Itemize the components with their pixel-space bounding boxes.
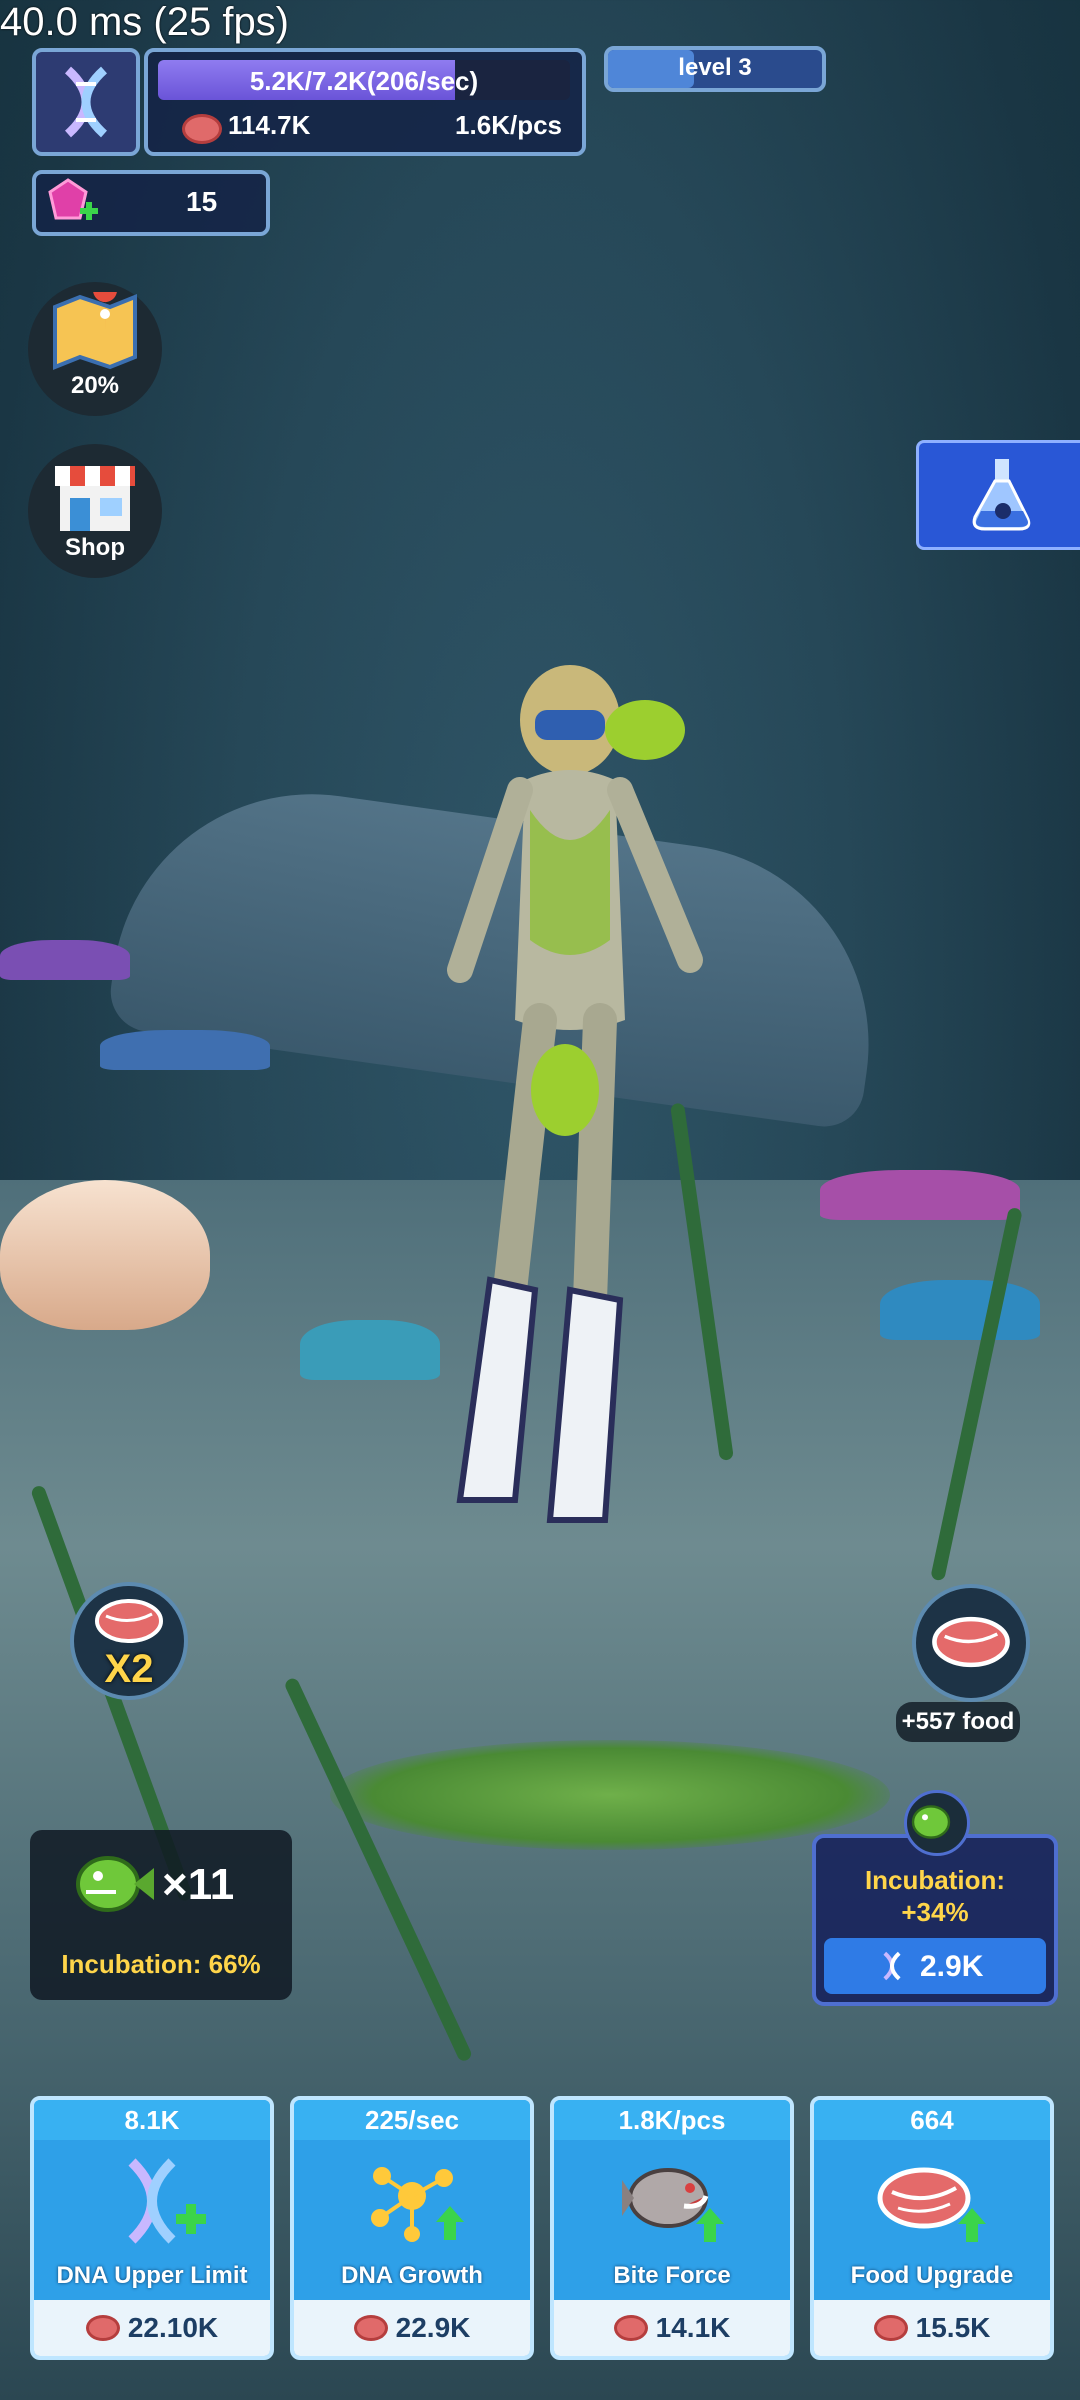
upgrade-value: 8.1K — [34, 2100, 270, 2140]
map-pin-icon — [53, 292, 137, 370]
storefront-icon — [55, 466, 135, 531]
map-progress-label: 20% — [70, 372, 120, 399]
giant-clam-shell — [0, 1180, 210, 1330]
upgrade-cost: 22.9K — [294, 2300, 530, 2356]
incubation-upgrade-text: Incubation: +34% — [816, 1864, 1054, 1928]
x2-label: X2 — [104, 1647, 154, 1691]
dna-icon-box[interactable] — [32, 48, 140, 156]
shop-label: Shop — [65, 534, 125, 561]
shop-button[interactable]: Shop — [28, 444, 162, 578]
upgrade-value: 1.8K/pcs — [554, 2100, 790, 2140]
upgrade-name: DNA Growth — [341, 2262, 483, 2289]
upgrade-value: 664 — [814, 2100, 1050, 2140]
meat-icon — [353, 2314, 388, 2341]
piranha-up-icon — [622, 2168, 724, 2242]
upgrade-cost-value: 14.1K — [655, 2312, 731, 2343]
food-amount: 114.7K — [228, 110, 311, 140]
map-button[interactable]: 20% — [28, 282, 162, 416]
potion-flask-icon — [972, 459, 1031, 531]
upgrade-cost-value: 22.9K — [395, 2312, 471, 2343]
upgrade-card-dna-growth[interactable]: 225/sec DNA Growth 22.9K — [290, 2096, 534, 2360]
grass-patch — [330, 1740, 890, 1850]
level-bar: level 3 — [604, 46, 826, 92]
piranha-count: ×11 — [162, 1860, 235, 1909]
incubation-upgrade-panel: Incubation: +34% 2.9K — [812, 1834, 1058, 2006]
food-rate: 1.6K/pcs — [455, 110, 562, 140]
upgrade-name: DNA Upper Limit — [56, 2262, 248, 2289]
dna-progress-text: 5.2K/7.2K(206/sec) — [249, 66, 479, 96]
upgrade-cost-value: 15.5K — [915, 2312, 991, 2343]
coral-cyan — [300, 1320, 440, 1380]
fps-counter: 40.0 ms (25 fps) — [0, 0, 290, 44]
upgrade-card-dna-upper-limit[interactable]: 8.1K DNA Upper Limit 22.10K — [30, 2096, 274, 2360]
incubation-upgrade-cost: 2.9K — [920, 1950, 984, 1983]
upgrade-card-food-upgrade[interactable]: 664 Food Upgrade 15.5K — [810, 2096, 1054, 2360]
dna-plus-icon — [128, 2158, 206, 2244]
coral-purple — [0, 940, 130, 980]
double-food-bonus-button[interactable]: X2 — [70, 1582, 188, 1700]
level-label: level 3 — [678, 54, 752, 81]
upgrade-card-bite-force[interactable]: 1.8K/pcs Bite Force 14.1K — [550, 2096, 794, 2360]
upgrade-name: Bite Force — [613, 2262, 731, 2289]
upgrade-name: Food Upgrade — [850, 2262, 1014, 2289]
coral-blue — [100, 1030, 270, 1070]
dna-icon — [64, 66, 108, 138]
meat-icon — [85, 2314, 120, 2341]
gem-counter[interactable]: 15 — [32, 170, 270, 236]
steak-icon — [932, 1616, 1010, 1668]
meat-icon — [613, 2314, 648, 2341]
coral-pink — [820, 1170, 1020, 1220]
upgrade-cost: 15.5K — [814, 2300, 1050, 2356]
incubation-upgrade-line1: Incubation: — [864, 1865, 1006, 1895]
incubation-upgrade-button[interactable]: 2.9K — [824, 1938, 1046, 1994]
free-food-label: +557 food — [896, 1702, 1020, 1742]
resource-stats: 5.2K/7.2K(206/sec) 114.7K 1.6K/pcs — [144, 48, 586, 156]
incubation-progress: Incubation: 66% — [61, 1949, 261, 1979]
gem-plus-icon — [48, 178, 98, 220]
gem-amount: 15 — [186, 186, 218, 217]
upgrade-cost-value: 22.10K — [127, 2312, 219, 2343]
coral-right-blue — [880, 1280, 1040, 1340]
free-food-button[interactable] — [912, 1584, 1030, 1702]
piranha-count-panel[interactable]: ×11 Incubation: 66% — [30, 1830, 292, 2000]
diver-character — [447, 665, 703, 1523]
steak-up-icon — [877, 2167, 986, 2242]
dna-progress-bar: 5.2K/7.2K(206/sec) — [158, 60, 570, 100]
upgrade-cost: 14.1K — [554, 2300, 790, 2356]
dna-icon — [883, 1951, 901, 1981]
molecule-up-icon — [371, 2167, 464, 2242]
meat-icon — [873, 2314, 908, 2341]
steak-icon — [95, 1599, 163, 1643]
potion-button[interactable] — [916, 440, 1080, 550]
incubation-upgrade-line2: +34% — [901, 1897, 969, 1927]
underwater-scene — [0, 0, 1080, 2400]
piranha-badge-icon — [904, 1790, 970, 1856]
upgrade-value: 225/sec — [294, 2100, 530, 2140]
piranha-icon — [76, 1856, 154, 1912]
upgrade-cost: 22.10K — [34, 2300, 270, 2356]
meat-icon — [182, 114, 222, 144]
